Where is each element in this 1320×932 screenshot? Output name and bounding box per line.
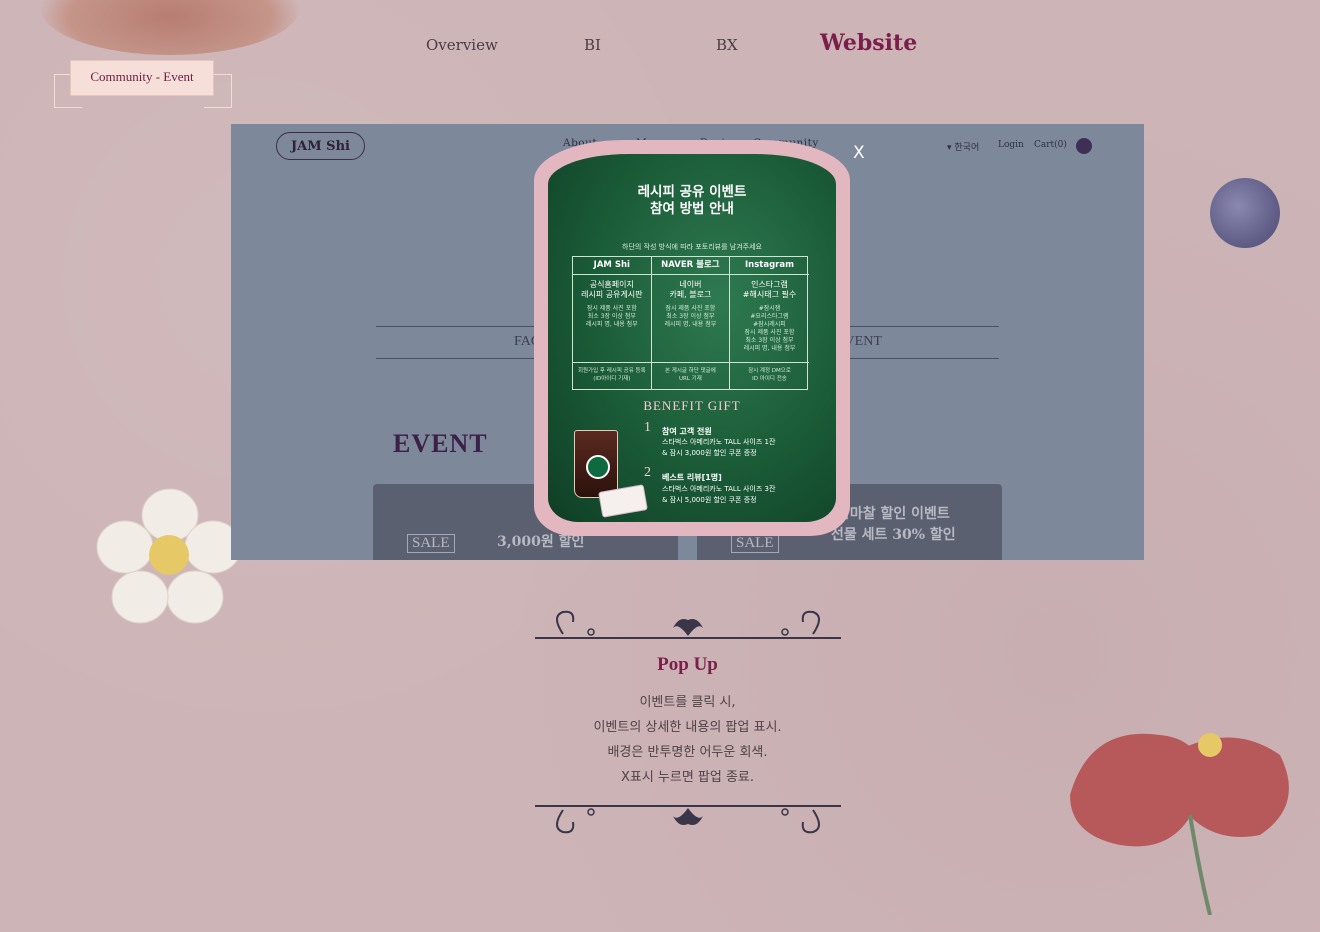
column-header: Instagram — [730, 257, 809, 275]
benefit-heading: BENEFIT GIFT — [643, 398, 741, 413]
column-title: 공식홈페이지 레시피 공유게시판 — [581, 280, 643, 299]
sale-badge: SALE — [731, 534, 779, 553]
event-heading: EVENT — [393, 429, 488, 458]
language-select[interactable]: ▾ 한국어 — [947, 140, 979, 153]
event-popup: 레시피 공유 이벤트 참여 방법 안내 하단의 작성 방식에 따라 포토리뷰를 … — [534, 140, 850, 536]
column-footer: 본 게시글 하단 댓글에 URL 기재 — [651, 362, 730, 389]
language-label: 한국어 — [954, 143, 980, 153]
gift-text: 스타벅스 아메리카노 TALL 사이즈 1잔 & 잠시 3,000원 할인 쿠폰… — [662, 438, 776, 457]
column-body: 잠시 제품 사진 포함 최소 3장 이상 첨부 레시피 명, 내용 첨부 — [585, 305, 638, 328]
flower-petal-decoration — [40, 0, 300, 55]
participation-table: JAM Shi 공식홈페이지 레시피 공유게시판 잠시 제품 사진 포함 최소 … — [572, 256, 809, 390]
close-button[interactable]: X — [853, 143, 865, 163]
site-logo-text: JAM Shi — [291, 138, 350, 154]
site-logo[interactable]: JAM Shi — [276, 132, 365, 160]
popup-subtitle: 하단의 작성 방식에 따라 포토리뷰를 남겨주세요 — [622, 243, 762, 251]
column-title: 네이버 카페, 블로그 — [669, 280, 712, 299]
column-body: 잠시 제품 사진 포함 최소 3장 이상 첨부 레시피 명, 내용 첨부 — [664, 305, 717, 328]
description-line: X표시 누르면 팝업 종료. — [620, 770, 755, 785]
section-ribbon: Community - Event — [54, 58, 232, 112]
gift-number: 2 — [644, 465, 651, 480]
gift-number: 1 — [644, 420, 651, 435]
gift-title: 참여 고객 전원 — [662, 427, 712, 436]
nav-website[interactable]: Website — [820, 30, 917, 56]
description-line: 이벤트를 클릭 시, — [639, 695, 736, 710]
nav-overview[interactable]: Overview — [426, 36, 498, 54]
ornament-top — [535, 610, 841, 639]
column-footer: 잠시 계정 DM으로 ID 아이디 전송 — [730, 362, 809, 389]
gift-text: 스타벅스 아메리카노 TALL 사이즈 3잔 & 잠시 5,000원 할인 쿠폰… — [662, 485, 776, 504]
daisy-illustration — [96, 488, 242, 624]
login-link[interactable]: Login — [998, 140, 1024, 150]
sale-badge: SALE — [407, 534, 455, 553]
nav-bx[interactable]: BX — [716, 36, 738, 54]
description-line: 이벤트의 상세한 내용의 팝업 표시. — [593, 720, 782, 735]
column-title: 인스타그램 #해시태그 필수 — [742, 280, 797, 299]
plum-illustration — [1210, 178, 1280, 248]
table-column: Instagram 인스타그램 #해시태그 필수 #잠시잼 #요리스타그램 #잠… — [730, 257, 809, 389]
top-nav: Overview BI BX Website — [400, 30, 940, 60]
poppy-illustration — [1070, 733, 1289, 915]
popup-title-1: 레시피 공유 이벤트 — [637, 184, 747, 200]
cart-link[interactable]: Cart(0) — [1034, 140, 1067, 150]
ornament-bottom — [535, 805, 841, 834]
card-text: 잠마찰 할인 이벤트 — [837, 506, 950, 522]
column-footer: 회원가입 후 레시피 공유 등록 (ID아이디 기재) — [573, 362, 651, 389]
section-label: Community - Event — [90, 69, 194, 84]
column-body: #잠시잼 #요리스타그램 #잠시레시피 잠시 제품 사진 포함 최소 3장 이상… — [743, 305, 796, 352]
table-column: JAM Shi 공식홈페이지 레시피 공유게시판 잠시 제품 사진 포함 최소 … — [573, 257, 652, 389]
section-title: Pop Up — [657, 654, 718, 675]
table-column: NAVER 블로그 네이버 카페, 블로그 잠시 제품 사진 포함 최소 3장 … — [651, 257, 731, 389]
column-header: JAM Shi — [573, 257, 651, 275]
column-header: NAVER 블로그 — [651, 257, 730, 275]
nav-bi[interactable]: BI — [584, 36, 601, 54]
description: 이벤트를 클릭 시, 이벤트의 상세한 내용의 팝업 표시. 배경은 반투명한 … — [540, 690, 835, 790]
gift-title: 베스트 리뷰[1명] — [662, 473, 722, 482]
popup-content: 레시피 공유 이벤트 참여 방법 안내 하단의 작성 방식에 따라 포토리뷰를 … — [548, 154, 836, 522]
description-line: 배경은 반투명한 어두운 회색. — [607, 745, 768, 760]
search-icon[interactable] — [1076, 138, 1092, 154]
coffee-cup-icon — [574, 430, 618, 498]
popup-title-2: 참여 방법 안내 — [650, 201, 734, 217]
